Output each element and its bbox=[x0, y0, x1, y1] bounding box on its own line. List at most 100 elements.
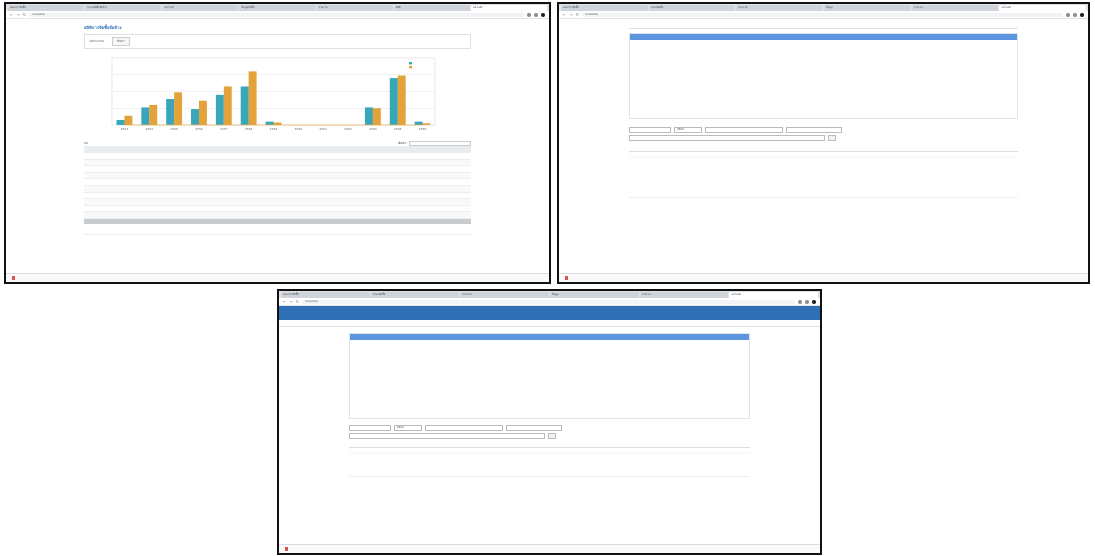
browser-tab[interactable]: ข้อมูล bbox=[824, 5, 911, 11]
browser-tab[interactable]: รายงาน bbox=[911, 5, 999, 11]
filter-method-select[interactable] bbox=[506, 425, 562, 431]
browser-tab[interactable]: ประกาศ bbox=[162, 5, 239, 11]
table-header-cell[interactable] bbox=[277, 146, 375, 153]
browser-tab[interactable]: แผนการจัดซื้อ bbox=[8, 5, 85, 11]
extension-icon[interactable] bbox=[527, 12, 531, 17]
table-cell bbox=[277, 211, 375, 219]
back-icon[interactable]: ← bbox=[563, 12, 566, 17]
table-cell bbox=[374, 159, 471, 167]
category-column bbox=[356, 343, 448, 415]
site-menu bbox=[279, 320, 820, 327]
page-note bbox=[84, 233, 471, 239]
filter-year-select[interactable]: 2564 bbox=[674, 127, 702, 133]
filter-type-select[interactable] bbox=[705, 127, 783, 133]
category-link[interactable] bbox=[558, 405, 645, 410]
announcement-item[interactable] bbox=[629, 156, 1018, 158]
category-link[interactable] bbox=[832, 110, 916, 115]
category-link[interactable] bbox=[656, 370, 743, 375]
page-note bbox=[349, 476, 750, 481]
extension-icon[interactable] bbox=[798, 299, 802, 304]
reload-icon[interactable]: ↻ bbox=[576, 12, 579, 17]
table-header-cell[interactable] bbox=[374, 146, 471, 153]
download-bar bbox=[279, 544, 820, 553]
bar bbox=[116, 119, 125, 125]
reload-icon[interactable]: ↻ bbox=[296, 299, 299, 304]
bar bbox=[364, 107, 373, 125]
browser-tab[interactable]: รายงาน bbox=[639, 292, 729, 298]
filter-year-select[interactable]: 2564 bbox=[394, 425, 422, 431]
table-cell bbox=[180, 205, 278, 213]
table-search-input[interactable] bbox=[409, 140, 471, 146]
back-icon[interactable]: ← bbox=[10, 12, 13, 17]
filter-department-select[interactable] bbox=[349, 425, 391, 431]
extension-icon[interactable] bbox=[1073, 12, 1077, 17]
category-link[interactable] bbox=[736, 110, 820, 115]
browser-tab[interactable]: ประกาศ bbox=[460, 292, 550, 298]
browser-tab[interactable]: ประกาศ bbox=[736, 5, 824, 11]
table-cell bbox=[180, 172, 278, 180]
category-link[interactable] bbox=[459, 410, 546, 415]
back-icon[interactable]: ← bbox=[283, 299, 286, 304]
profile-avatar[interactable] bbox=[812, 299, 816, 304]
bar bbox=[248, 71, 257, 125]
browser-tab[interactable]: หน้าหลัก bbox=[470, 5, 547, 11]
browser-tab[interactable]: รายงาน bbox=[316, 5, 393, 11]
filter-department-select[interactable] bbox=[629, 127, 671, 133]
reload-icon[interactable]: ↻ bbox=[23, 12, 26, 17]
filter-method-select[interactable] bbox=[786, 127, 842, 133]
category-link[interactable] bbox=[641, 50, 725, 55]
browser-tab[interactable]: ข้อมูล bbox=[550, 292, 639, 298]
download-item[interactable] bbox=[285, 547, 290, 551]
bar bbox=[223, 86, 232, 125]
table-row bbox=[84, 192, 471, 200]
browser-tab[interactable]: แผนการจัดซื้อ bbox=[281, 292, 370, 298]
table-cell bbox=[277, 159, 375, 167]
search-button[interactable]: ค้นหา bbox=[111, 37, 130, 46]
search-button[interactable] bbox=[548, 433, 556, 439]
browser-tab[interactable]: ระบบจัดซื้อ bbox=[648, 5, 736, 11]
table-cell bbox=[180, 185, 278, 193]
browser-tab[interactable]: สถิติ bbox=[393, 5, 470, 11]
profile-avatar[interactable] bbox=[1080, 12, 1084, 17]
table-row bbox=[84, 211, 471, 219]
x-tick-label: 2565 bbox=[419, 127, 427, 131]
browser-tab[interactable]: ระบบจัดซื้อ bbox=[370, 292, 460, 298]
download-bar bbox=[559, 273, 1088, 282]
announcement-line[interactable] bbox=[643, 182, 1018, 187]
table-header-cell[interactable] bbox=[180, 146, 278, 153]
filter-row: 2564 bbox=[629, 127, 1018, 133]
extension-icon[interactable] bbox=[805, 299, 809, 304]
category-link[interactable] bbox=[361, 350, 448, 355]
download-item[interactable] bbox=[12, 276, 17, 280]
category-link[interactable] bbox=[927, 65, 1011, 70]
forward-icon[interactable]: → bbox=[16, 12, 19, 17]
announcement-item[interactable] bbox=[349, 452, 750, 454]
site-header bbox=[279, 306, 820, 320]
forward-icon[interactable]: → bbox=[289, 299, 292, 304]
browser-tab[interactable]: ระบบจัดซื้อจัดจ้าง bbox=[85, 5, 162, 11]
profile-avatar[interactable] bbox=[541, 12, 545, 17]
browser-tab[interactable]: ข้อมูลจัดซื้อ bbox=[239, 5, 316, 11]
forward-icon[interactable]: → bbox=[569, 12, 572, 17]
table-row bbox=[84, 165, 471, 173]
browser-tab[interactable]: หน้าหลัก bbox=[729, 292, 819, 298]
browser-tab[interactable]: หน้าหลัก bbox=[999, 5, 1087, 11]
table-cell bbox=[180, 192, 278, 200]
url-field[interactable]: ไม่ปลอดภัย bbox=[582, 12, 1063, 17]
announcement-line[interactable] bbox=[363, 463, 750, 468]
url-field[interactable]: ไม่ปลอดภัย bbox=[302, 299, 795, 304]
extension-icon[interactable] bbox=[1066, 12, 1070, 17]
search-button[interactable] bbox=[828, 135, 836, 141]
category-list bbox=[356, 345, 448, 355]
filter-type-select[interactable] bbox=[425, 425, 503, 431]
url-field[interactable]: ไม่ปลอดภัย bbox=[29, 12, 524, 17]
filter-keyword-input[interactable] bbox=[629, 135, 825, 141]
download-item[interactable] bbox=[565, 276, 570, 280]
bar bbox=[372, 108, 381, 125]
browser-tab[interactable]: แผนการจัดซื้อ bbox=[561, 5, 648, 11]
filter-keyword-input[interactable] bbox=[349, 433, 545, 439]
extension-icon[interactable] bbox=[534, 12, 538, 17]
bar bbox=[414, 121, 423, 125]
table-header-cell[interactable] bbox=[84, 146, 181, 153]
page-length-select[interactable]: 10 bbox=[84, 141, 88, 145]
